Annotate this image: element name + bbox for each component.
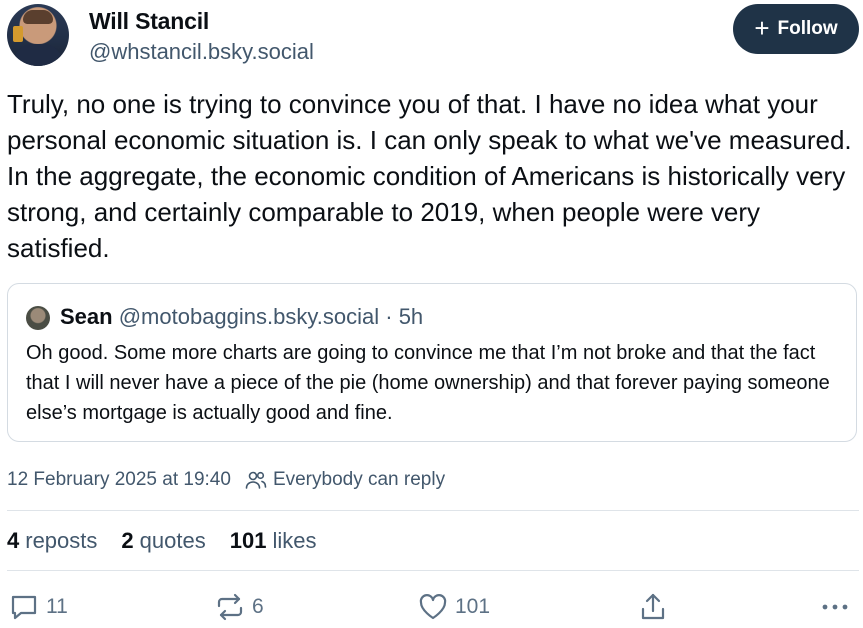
post-timestamp[interactable]: 12 February 2025 at 19:40 [7,469,231,491]
repost-count: 6 [252,595,264,618]
post-header: Will Stancil @whstancil.bsky.social + Fo… [7,4,859,68]
action-bar: 11 6 101 [7,590,859,624]
repost-button[interactable]: 6 [215,590,264,624]
reposts-label: reposts [25,528,98,553]
people-icon [245,470,267,490]
more-options-button[interactable] [821,590,849,624]
quoted-post-text: Oh good. Some more charts are going to c… [26,342,830,424]
share-icon [639,592,667,622]
divider [7,570,859,571]
reposts-count: 4 [7,528,20,553]
repost-icon [215,593,245,621]
quotes-label: quotes [139,528,206,553]
follow-button-label: Follow [777,18,838,39]
quoted-author-handle[interactable]: @motobaggins.bsky.social [119,304,379,329]
plus-icon: + [754,13,770,43]
reply-count: 11 [46,595,68,618]
likes-stat[interactable]: 101 likes [230,528,317,554]
like-count: 101 [455,595,491,618]
post-meta: 12 February 2025 at 19:40 Everybody can … [7,466,445,494]
quoted-post[interactable]: Sean @motobaggins.bsky.social · 5h Oh go… [7,283,857,442]
quoted-post-header: Sean @motobaggins.bsky.social · 5h [60,304,423,330]
post-text: Truly, no one is trying to convince you … [7,89,852,263]
author-avatar[interactable] [7,4,69,66]
author-handle[interactable]: @whstancil.bsky.social [89,39,314,65]
more-icon [821,602,849,612]
quoted-author-avatar[interactable] [26,306,50,330]
like-button[interactable]: 101 [418,590,490,624]
likes-label: likes [272,528,317,553]
quoted-separator: · [385,304,393,329]
reply-button[interactable]: 11 [9,590,68,624]
quoted-author-name[interactable]: Sean [60,304,113,329]
reposts-stat[interactable]: 4 reposts [7,528,97,554]
divider [7,510,859,511]
quotes-count: 2 [121,528,134,553]
follow-button[interactable]: + Follow [733,4,859,54]
heart-icon [418,593,448,621]
quoted-post-time: 5h [398,304,424,329]
author-name[interactable]: Will Stancil [89,8,209,35]
reply-setting[interactable]: Everybody can reply [273,469,445,491]
reply-icon [9,593,39,621]
likes-count: 101 [229,528,267,553]
engagement-stats: 4 reposts 2 quotes 101 likes [7,526,340,556]
quotes-stat[interactable]: 2 quotes [121,528,205,554]
share-button[interactable] [639,590,667,624]
